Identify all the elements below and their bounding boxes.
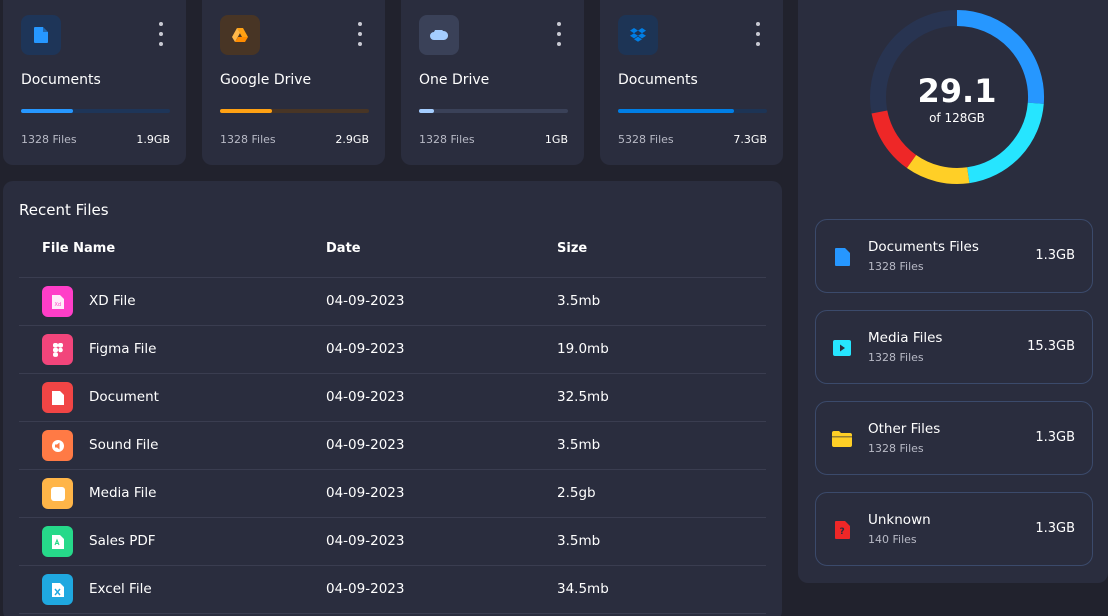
file-date: 04-09-2023 [326,341,405,357]
file-date: 04-09-2023 [326,437,405,453]
figma-file-icon [42,334,73,365]
storage-card-dropbox[interactable]: Documents 5328 Files 7.3GB [600,0,783,165]
google-drive-icon [220,15,260,55]
document-file-icon [42,382,73,413]
storage-total-label: of 128GB [929,111,985,125]
more-options-icon[interactable] [355,22,365,46]
storage-item-name: Media Files [868,330,943,346]
column-header-date[interactable]: Date [326,241,361,256]
card-title: Google Drive [220,72,312,88]
storage-item-files: 1328 Files [868,351,924,364]
storage-item-media[interactable]: Media Files 1328 Files 15.3GB [815,310,1093,384]
storage-card-google-drive[interactable]: Google Drive 1328 Files 2.9GB [202,0,385,165]
storage-item-unknown[interactable]: ? Unknown 140 Files 1.3GB [815,492,1093,566]
storage-item-name: Unknown [868,512,931,528]
card-title: One Drive [419,72,490,88]
card-size: 1.9GB [136,133,170,146]
file-size: 32.5mb [557,389,609,405]
file-size: 2.5gb [557,485,596,501]
column-header-size[interactable]: Size [557,241,587,256]
file-date: 04-09-2023 [326,389,405,405]
svg-text:Xd: Xd [54,302,61,308]
xd-file-icon: Xd [42,286,73,317]
file-name: Media File [89,485,157,501]
storage-item-size: 1.3GB [1035,521,1075,536]
file-date: 04-09-2023 [326,581,405,597]
media-file-icon [42,478,73,509]
file-size: 3.5mb [557,437,601,453]
storage-item-documents[interactable]: Documents Files 1328 Files 1.3GB [815,219,1093,293]
dropbox-icon [618,15,658,55]
card-file-count: 1328 Files [21,133,77,146]
table-row[interactable]: Sound File 04-09-2023 3.5mb [19,422,766,470]
storage-item-other[interactable]: Other Files 1328 Files 1.3GB [815,401,1093,475]
pdf-file-icon [42,526,73,557]
storage-item-size: 1.3GB [1035,248,1075,263]
media-play-icon [831,336,853,360]
table-row[interactable]: Sales PDF 04-09-2023 3.5mb [19,518,766,566]
file-name: Excel File [89,581,152,597]
file-date: 04-09-2023 [326,533,405,549]
more-options-icon[interactable] [753,22,763,46]
storage-card-one-drive[interactable]: One Drive 1328 Files 1GB [401,0,584,165]
file-date: 04-09-2023 [326,485,405,501]
file-name: Figma File [89,341,157,357]
storage-details-panel: 29.1 of 128GB Documents Files 1328 Files… [798,0,1108,583]
excel-file-icon [42,574,73,605]
column-header-file-name[interactable]: File Name [42,241,115,256]
card-title: Documents [618,72,698,88]
more-options-icon[interactable] [554,22,564,46]
more-options-icon[interactable] [156,22,166,46]
sound-file-icon [42,430,73,461]
table-header: File Name Date Size [19,233,766,278]
card-size: 2.9GB [335,133,369,146]
table-row[interactable]: Excel File 04-09-2023 34.5mb [19,566,766,614]
storage-item-name: Other Files [868,421,941,437]
document-icon [21,15,61,55]
storage-item-files: 1328 Files [868,260,924,273]
unknown-file-icon: ? [831,518,853,542]
file-name: Document [89,389,159,405]
card-file-count: 1328 Files [419,133,475,146]
card-title: Documents [21,72,101,88]
file-size: 3.5mb [557,293,601,309]
file-name: Sales PDF [89,533,156,549]
file-size: 34.5mb [557,581,609,597]
file-size: 3.5mb [557,533,601,549]
progress-fill [419,109,434,113]
card-size: 7.3GB [733,133,767,146]
card-file-count: 1328 Files [220,133,276,146]
table-row[interactable]: Xd XD File 04-09-2023 3.5mb [19,278,766,326]
file-date: 04-09-2023 [326,293,405,309]
card-size: 1GB [544,133,568,146]
document-icon [831,245,853,269]
recent-files-panel: Recent Files File Name Date Size Xd XD F… [3,181,782,616]
storage-item-files: 1328 Files [868,442,924,455]
table-row[interactable]: Media File 04-09-2023 2.5gb [19,470,766,518]
file-size: 19.0mb [557,341,609,357]
folder-icon [831,427,853,451]
storage-item-size: 1.3GB [1035,430,1075,445]
storage-item-files: 140 Files [868,533,917,546]
table-row[interactable]: Figma File 04-09-2023 19.0mb [19,326,766,374]
progress-bar [21,109,170,113]
card-file-count: 5328 Files [618,133,674,146]
file-name: XD File [89,293,136,309]
storage-item-name: Documents Files [868,239,979,255]
storage-used-value: 29.1 [917,72,997,110]
progress-bar [618,109,767,113]
donut-segment-other [906,154,970,184]
onedrive-icon [419,15,459,55]
svg-text:?: ? [839,527,844,537]
progress-bar [220,109,369,113]
progress-fill [220,109,273,113]
storage-item-size: 15.3GB [1027,339,1075,354]
progress-fill [21,109,74,113]
progress-fill [618,109,735,113]
table-row[interactable]: Document 04-09-2023 32.5mb [19,374,766,422]
file-name: Sound File [89,437,159,453]
progress-bar [419,109,568,113]
recent-files-title: Recent Files [19,201,109,219]
storage-card-documents[interactable]: Documents 1328 Files 1.9GB [3,0,186,165]
